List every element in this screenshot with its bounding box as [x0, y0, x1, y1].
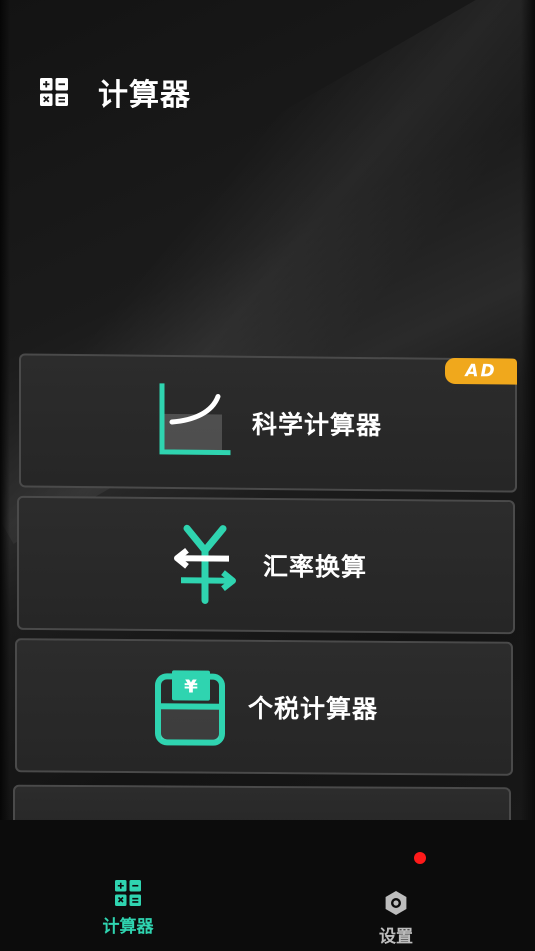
card-label: 科学计算器: [251, 409, 382, 441]
ad-badge: AD: [445, 357, 517, 385]
page-title: 计算器: [98, 78, 191, 113]
nav-calculator-label: 计算器: [102, 917, 154, 937]
scientific-calculator-card[interactable]: 科学计算器 AD: [19, 353, 517, 493]
yen-wallet-icon: ¥: [154, 670, 225, 746]
left-edge-shade: [0, 0, 10, 820]
yen-exchange-icon: [173, 524, 236, 604]
nav-settings-label: 设置: [379, 927, 413, 947]
card-label: 个税计算器: [247, 693, 378, 724]
bottom-navigation: 计算器 设置: [0, 820, 535, 951]
calculator-grid-icon: [40, 78, 68, 106]
income-tax-calculator-card[interactable]: ¥ 个税计算器: [15, 638, 513, 776]
notification-dot: [414, 852, 426, 864]
nav-settings-tab[interactable]: 设置: [366, 890, 426, 947]
currency-exchange-card[interactable]: 汇率换算: [17, 495, 515, 635]
app-screen: 计算器 科学计算器 AD 汇率换算 ¥ 个税计算器 计算器 设置: [0, 0, 535, 951]
calculator-grid-icon: [115, 880, 141, 906]
right-edge-shade: [521, 0, 535, 820]
curve-chart-icon: [159, 383, 231, 456]
card-label: 汇率换算: [262, 551, 367, 582]
app-header: 计算器: [40, 72, 191, 113]
gear-icon: [385, 891, 407, 915]
nav-calculator-tab[interactable]: 计算器: [96, 880, 160, 937]
